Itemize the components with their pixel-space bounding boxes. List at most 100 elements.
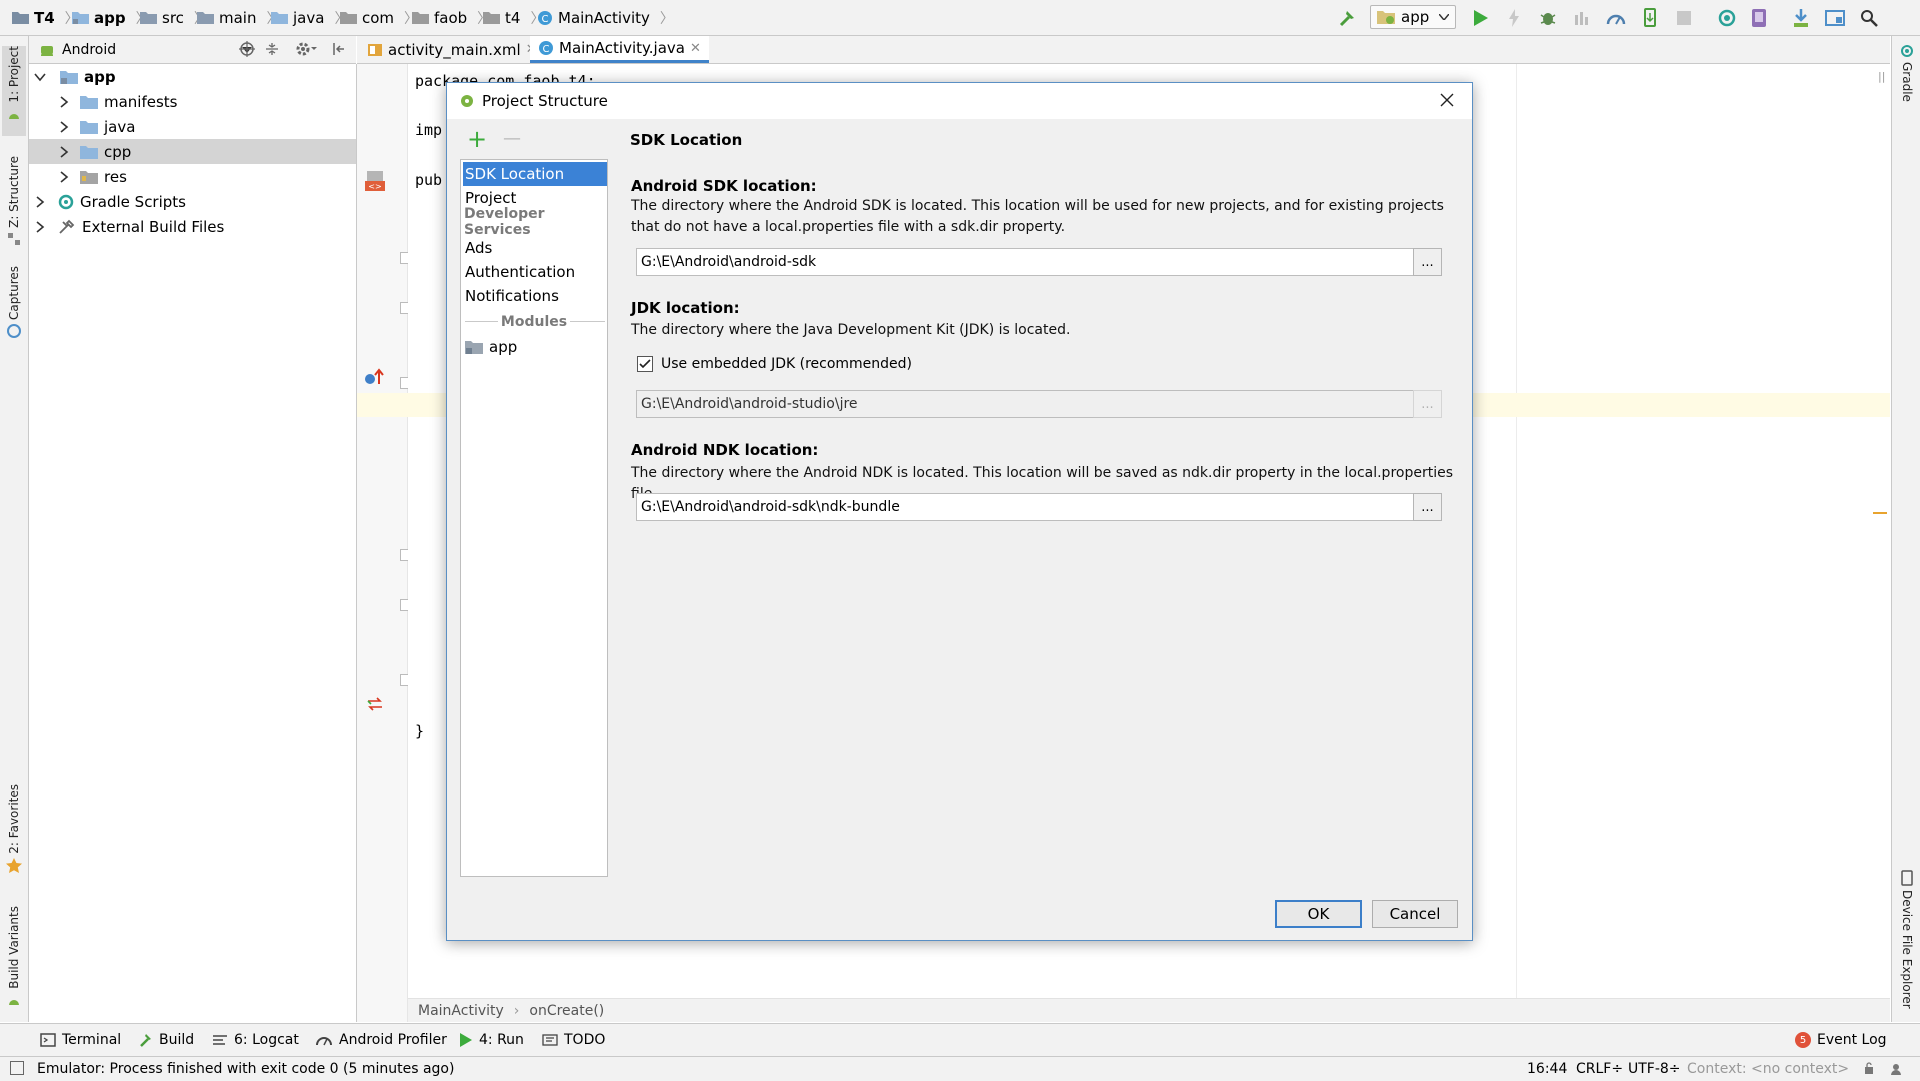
breadcrumb-com[interactable]: com 〉 — [340, 0, 418, 35]
module-folder-icon — [72, 12, 89, 24]
folder-icon — [80, 95, 98, 109]
android-ndk-browse-button[interactable]: ... — [1413, 493, 1442, 521]
tab-device-file-explorer[interactable]: Device File Explorer — [1895, 870, 1919, 1009]
device-icon — [1901, 870, 1913, 886]
editor-breadcrumb: MainActivity › onCreate() — [408, 998, 1890, 1022]
folder-icon — [271, 12, 288, 24]
profile-icon[interactable] — [1605, 7, 1627, 29]
logcat-button[interactable]: 6: Logcat — [212, 1024, 299, 1056]
caret-position[interactable]: 16:44 — [1527, 1057, 1567, 1081]
breadcrumb-faob[interactable]: faob〉 — [412, 0, 491, 35]
breadcrumb-main[interactable]: main〉 — [197, 0, 280, 35]
android-icon — [9, 999, 19, 1005]
editor-breadcrumb-method[interactable]: onCreate() — [529, 1003, 604, 1019]
jdk-path-field: G:\E\Android\android-studio\jre — [636, 390, 1429, 418]
collapse-all-icon[interactable] — [264, 41, 280, 57]
run-tool-button[interactable]: 4: Run — [459, 1024, 524, 1056]
todo-button[interactable]: TODO — [542, 1024, 605, 1056]
status-message[interactable]: Emulator: Process finished with exit cod… — [37, 1057, 454, 1081]
close-icon[interactable]: ✕ — [690, 41, 701, 56]
android-sdk-path-field[interactable]: G:\E\Android\android-sdk — [636, 248, 1429, 276]
lock-icon[interactable] — [1864, 1062, 1874, 1074]
breadcrumb-app[interactable]: app〉 — [72, 0, 150, 35]
sdk-manager-icon[interactable] — [1790, 7, 1812, 29]
ok-button[interactable]: OK — [1275, 900, 1362, 928]
cancel-button[interactable]: Cancel — [1372, 900, 1458, 928]
run-icon[interactable] — [1470, 7, 1492, 29]
override-marker-icon[interactable] — [364, 368, 386, 386]
attach-debugger-icon[interactable] — [1571, 7, 1593, 29]
jdk-heading: JDK location: — [631, 299, 740, 317]
build-button[interactable]: Build — [139, 1024, 194, 1056]
android-ndk-path-field[interactable]: G:\E\Android\android-sdk\ndk-bundle — [636, 493, 1429, 521]
file-encoding[interactable]: UTF-8÷ — [1628, 1057, 1681, 1081]
breadcrumb-t4[interactable]: t4 〉 — [483, 0, 544, 35]
nav-ads[interactable]: Ads — [463, 236, 607, 260]
nav-sdk-location[interactable]: SDK Location — [463, 162, 607, 186]
hammer-icon[interactable] — [1337, 7, 1359, 29]
android-sdk-browse-button[interactable]: ... — [1413, 248, 1442, 276]
locate-icon[interactable] — [239, 41, 255, 57]
line-separator[interactable]: CRLF÷ — [1576, 1057, 1623, 1081]
breadcrumb-mainactivity[interactable]: C MainActivity 〉 — [537, 0, 674, 35]
editor-scroll-marker: || — [1878, 70, 1886, 83]
toggle-tool-windows-icon[interactable] — [10, 1061, 24, 1075]
tree-item-res[interactable]: res — [29, 164, 356, 189]
tab-project[interactable]: 1: Project — [2, 46, 26, 136]
stop-icon[interactable] — [1673, 7, 1695, 29]
navigation-bar: T4〉 app〉 src〉 main〉 java〉 com〉 faob〉 t4〉… — [0, 0, 1920, 36]
tab-activity-main-xml[interactable]: activity_main.xml ✕ — [359, 36, 545, 63]
terminal-button[interactable]: Terminal — [40, 1024, 121, 1056]
jdk-browse-button: ... — [1413, 390, 1442, 418]
event-log-button[interactable]: 5 Event Log — [1795, 1024, 1887, 1056]
remove-button[interactable]: — — [503, 127, 521, 151]
add-button[interactable]: + — [467, 127, 487, 151]
debug-icon[interactable] — [1537, 7, 1559, 29]
android-icon — [9, 113, 19, 119]
embedded-jdk-checkbox[interactable]: Use embedded JDK (recommended) — [637, 354, 912, 374]
layout-link-icon[interactable]: <> — [364, 169, 386, 193]
context-indicator: Context: <no context> — [1687, 1061, 1850, 1077]
search-icon[interactable] — [1858, 7, 1880, 29]
status-bar: Emulator: Process finished with exit cod… — [0, 1056, 1920, 1081]
run-configuration-select[interactable]: app — [1370, 5, 1456, 29]
tree-item-java[interactable]: java — [29, 114, 356, 139]
tab-gradle[interactable]: Gradle — [1895, 44, 1919, 102]
apply-code-changes-icon[interactable] — [1639, 7, 1661, 29]
tree-item-gradle-scripts[interactable]: Gradle Scripts — [29, 189, 356, 214]
tab-captures[interactable]: Captures — [2, 266, 26, 346]
tab-structure[interactable]: Z: Structure — [2, 156, 26, 246]
code-line-class: pub — [415, 171, 443, 189]
close-icon[interactable] — [1437, 90, 1457, 110]
left-tool-strip: 1: Project Z: Structure Captures 2: Favo… — [0, 36, 29, 1022]
tab-favorites[interactable]: 2: Favorites — [2, 784, 26, 880]
inspector-icon[interactable] — [1889, 1062, 1903, 1076]
android-profiler-button[interactable]: Android Profiler — [315, 1024, 447, 1056]
project-view-selector[interactable]: Android — [62, 36, 252, 63]
event-count-badge: 5 — [1795, 1032, 1811, 1048]
nav-notifications[interactable]: Notifications — [463, 284, 607, 308]
nav-authentication[interactable]: Authentication — [463, 260, 607, 284]
tree-item-cpp[interactable]: cpp — [29, 139, 356, 164]
jdk-description: The directory where the Java Development… — [631, 322, 1071, 338]
tab-build-variants[interactable]: Build Variants — [2, 906, 26, 1016]
tab-mainactivity-java[interactable]: C MainActivity.java ✕ — [530, 36, 709, 63]
folder-icon — [80, 145, 98, 159]
warning-marker — [1873, 512, 1887, 514]
sync-icon[interactable] — [1716, 7, 1738, 29]
nav-module-app[interactable]: app — [463, 335, 607, 359]
hide-panel-icon[interactable] — [331, 41, 347, 57]
breadcrumb-project[interactable]: T4 〉 — [12, 0, 79, 35]
native-link-icon[interactable] — [366, 697, 384, 711]
android-ndk-heading: Android NDK location: — [631, 441, 819, 459]
splitter-handle[interactable] — [611, 159, 615, 877]
tree-item-external-build-files[interactable]: External Build Files — [29, 214, 356, 239]
tree-item-app[interactable]: app — [29, 64, 356, 89]
gear-icon[interactable] — [295, 41, 317, 57]
tree-item-manifests[interactable]: manifests — [29, 89, 356, 114]
editor-breadcrumb-class[interactable]: MainActivity — [418, 1003, 504, 1019]
project-structure-icon[interactable] — [1824, 7, 1846, 29]
apply-changes-icon[interactable] — [1503, 7, 1525, 29]
breadcrumb-java[interactable]: java〉 — [271, 0, 348, 35]
avd-manager-icon[interactable] — [1748, 7, 1770, 29]
